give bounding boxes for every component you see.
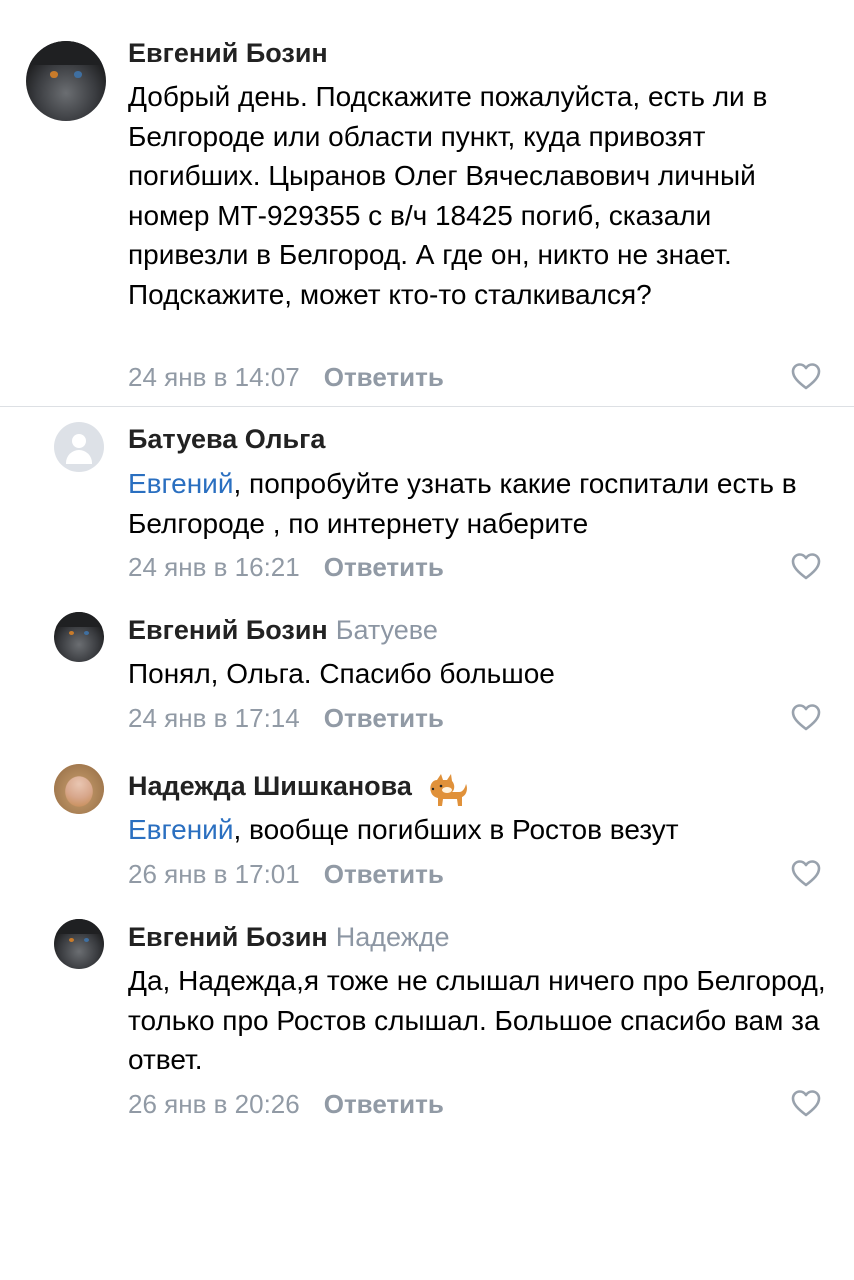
- reply-button[interactable]: Ответить: [324, 362, 444, 392]
- cat-avatar-icon: [26, 41, 106, 121]
- reply-to-label[interactable]: Надежде: [336, 922, 450, 952]
- comment-meta: 24 янв в 16:21 Ответить: [128, 552, 444, 583]
- comment-text: Понял, Ольга. Спасибо большое: [128, 658, 555, 689]
- comment-meta: 24 янв в 17:14 Ответить: [128, 703, 444, 734]
- avatar[interactable]: [54, 919, 104, 969]
- heart-icon[interactable]: [790, 858, 822, 888]
- cat-avatar-icon: [54, 919, 104, 969]
- author-name[interactable]: Евгений Бозин Батуеве: [128, 615, 438, 646]
- author-name[interactable]: Батуева Ольга: [128, 424, 325, 455]
- timestamp: 24 янв в 17:14: [128, 703, 300, 733]
- author-name[interactable]: Евгений Бозин: [128, 38, 328, 69]
- comment-text: Добрый день. Подскажите пожалуйста, есть…: [128, 81, 768, 310]
- reply-button[interactable]: Ответить: [324, 859, 444, 889]
- timestamp: 26 янв в 20:26: [128, 1089, 300, 1119]
- dog-emoji-icon: [430, 774, 468, 806]
- photo-avatar-icon: [54, 764, 104, 814]
- timestamp: 24 янв в 16:21: [128, 552, 300, 582]
- reply-to-label[interactable]: Батуеве: [336, 615, 438, 645]
- comment-meta: 26 янв в 20:26 Ответить: [128, 1089, 444, 1120]
- cat-avatar-icon: [54, 612, 104, 662]
- default-user-icon: [54, 422, 104, 472]
- comment-text: Евгений, попробуйте узнать какие госпита…: [128, 468, 797, 539]
- mention-link[interactable]: Евгений: [128, 468, 233, 499]
- comment-text: Да, Надежда,я тоже не слышал ничего про …: [128, 965, 826, 1075]
- comment-text: Евгений, вообще погибших в Ростов везут: [128, 814, 679, 845]
- author-name[interactable]: Надежда Шишканова: [128, 768, 469, 808]
- heart-icon[interactable]: [790, 551, 822, 581]
- avatar[interactable]: [54, 764, 104, 814]
- avatar[interactable]: [26, 41, 106, 121]
- author-name[interactable]: Евгений Бозин Надежде: [128, 922, 450, 953]
- reply-button[interactable]: Ответить: [324, 552, 444, 582]
- comment-meta: 26 янв в 17:01 Ответить: [128, 859, 444, 890]
- heart-icon[interactable]: [790, 1088, 822, 1118]
- mention-link[interactable]: Евгений: [128, 814, 233, 845]
- timestamp: 26 янв в 17:01: [128, 859, 300, 889]
- reply-button[interactable]: Ответить: [324, 1089, 444, 1119]
- heart-icon[interactable]: [790, 702, 822, 732]
- comment-meta: 24 янв в 14:07 Ответить: [128, 362, 444, 393]
- reply-button[interactable]: Ответить: [324, 703, 444, 733]
- timestamp: 24 янв в 14:07: [128, 362, 300, 392]
- avatar[interactable]: [54, 612, 104, 662]
- heart-icon[interactable]: [790, 361, 822, 391]
- divider: [0, 406, 854, 407]
- avatar[interactable]: [54, 422, 104, 472]
